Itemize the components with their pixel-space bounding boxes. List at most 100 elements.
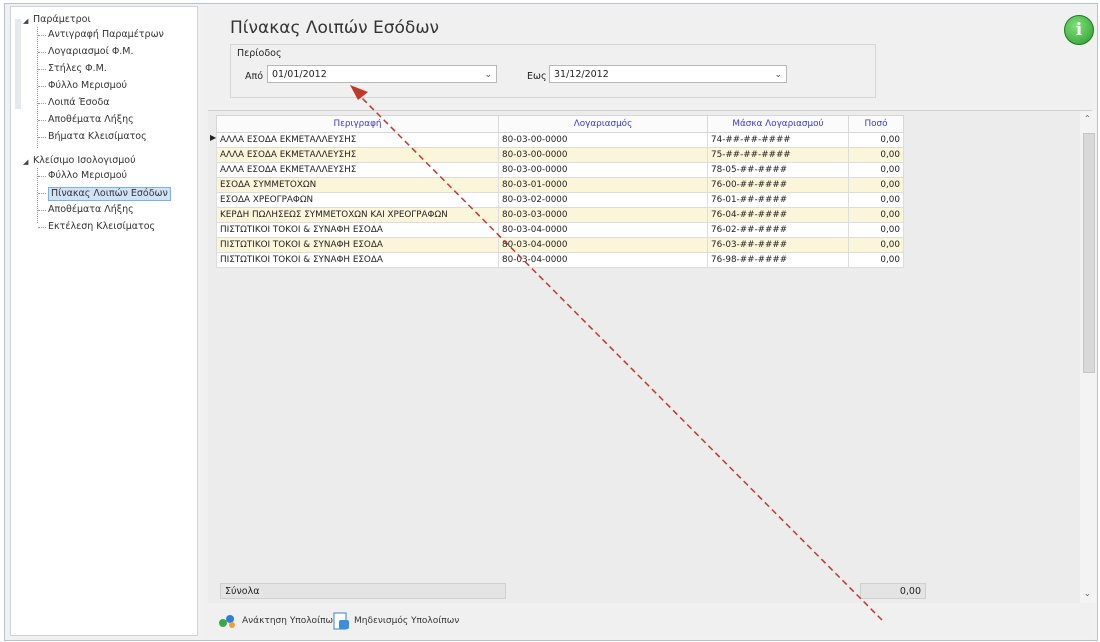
cell-description[interactable]: ΑΛΛΑ ΕΣΟΔΑ ΕΚΜΕΤΑΛΛΕΥΣΗΣ — [216, 147, 499, 163]
cell-account[interactable]: 80-03-04-0000 — [498, 237, 708, 253]
cell-account[interactable]: 80-03-00-0000 — [498, 132, 708, 148]
tree-node-balance-closing[interactable]: Κλείσιμο Ισολογισμού — [33, 155, 136, 167]
cell-description[interactable]: ΕΣΟΔΑ ΧΡΕΟΓΡΑΦΩΝ — [216, 192, 499, 208]
totals-value: 0,00 — [860, 583, 926, 599]
cell-account-mask[interactable]: 76-00-##-#### — [707, 177, 849, 193]
cell-amount[interactable]: 0,00 — [848, 237, 904, 253]
tree-line — [38, 52, 46, 53]
navigation-tree: ◢ Παράμετροι Αντιγραφή Παραμέτρων Λογαρια… — [10, 6, 198, 636]
totals-label: Σύνολα — [220, 583, 506, 599]
tree-node-params-4[interactable]: Φύλλο Μερισμού — [48, 80, 127, 92]
to-date-combo[interactable]: 31/12/2012 ⌄ — [549, 65, 787, 83]
tree-splitter[interactable] — [15, 19, 21, 109]
tree-line — [38, 103, 46, 104]
cell-account-mask[interactable]: 76-03-##-#### — [707, 237, 849, 253]
cell-amount[interactable]: 0,00 — [848, 132, 904, 148]
recalc-balances-button[interactable]: Ανάκτηση Υπολοίπων — [216, 612, 338, 630]
cell-account[interactable]: 80-03-04-0000 — [498, 252, 708, 268]
cell-account-mask[interactable]: 74-##-##-#### — [707, 132, 849, 148]
tree-line — [37, 27, 38, 148]
column-header-account[interactable]: Λογαριασμός — [498, 115, 708, 133]
table-row[interactable]: ΕΣΟΔΑ ΣΥΜΜΕΤΟΧΩΝ 80-03-01-0000 76-00-##-##… — [216, 177, 904, 193]
scrollbar-thumb[interactable] — [1083, 133, 1095, 373]
cell-description[interactable]: ΑΛΛΑ ΕΣΟΔΑ ΕΚΜΕΤΑΛΛΕΥΣΗΣ — [216, 162, 499, 178]
cell-amount[interactable]: 0,00 — [848, 222, 904, 238]
cell-description[interactable]: ΕΣΟΔΑ ΣΥΜΜΕΤΟΧΩΝ — [216, 177, 499, 193]
tree-line — [38, 137, 46, 138]
collapse-arrow-icon[interactable]: ◢ — [23, 158, 28, 166]
info-icon[interactable]: i — [1064, 15, 1094, 45]
tree-node-params-5[interactable]: Λοιπά Έσοδα — [48, 97, 110, 109]
tree-line — [38, 210, 46, 211]
reset-balances-button[interactable]: Μηδενισμός Υπολοίπων — [332, 612, 459, 630]
cell-amount[interactable]: 0,00 — [848, 207, 904, 223]
income-table: Περιγραφή Λογαριασμός Μάσκα Λογαριασμού … — [216, 115, 904, 268]
cell-amount[interactable]: 0,00 — [848, 177, 904, 193]
from-date-value: 01/01/2012 — [272, 69, 327, 80]
collapse-arrow-icon[interactable]: ◢ — [23, 17, 28, 25]
table-row[interactable]: ΠΙΣΤΩΤΙΚΟΙ ΤΟΚΟΙ & ΣΥΝΑΦΗ ΕΣΟΔΑ 80-03-04-… — [216, 222, 904, 238]
cell-account[interactable]: 80-03-00-0000 — [498, 162, 708, 178]
scroll-down-icon[interactable]: ⌄ — [1084, 589, 1091, 598]
cell-amount[interactable]: 0,00 — [848, 192, 904, 208]
tree-node-params-6[interactable]: Αποθέματα Λήξης — [48, 114, 134, 126]
reset-balances-label: Μηδενισμός Υπολοίπων — [354, 616, 460, 626]
cell-description[interactable]: ΠΙΣΤΩΤΙΚΟΙ ΤΟΚΟΙ & ΣΥΝΑΦΗ ΕΣΟΔΑ — [216, 252, 499, 268]
cell-description[interactable]: ΚΕΡΔΗ ΠΩΛΗΣΕΩΣ ΣΥΜΜΕΤΟΧΩΝ ΚΑΙ ΧΡΕΟΓΡΑΦΩΝ — [216, 207, 499, 223]
tree-node-params-1[interactable]: Αντιγραφή Παραμέτρων — [48, 29, 164, 41]
cell-account-mask[interactable]: 78-05-##-#### — [707, 162, 849, 178]
cell-account[interactable]: 80-03-04-0000 — [498, 222, 708, 238]
table-row[interactable]: ΑΛΛΑ ΕΣΟΔΑ ΕΚΜΕΤΑΛΛΕΥΣΗΣ 80-03-00-0000 74-… — [216, 132, 904, 148]
period-label: Περίοδος — [237, 48, 282, 59]
cell-account[interactable]: 80-03-00-0000 — [498, 147, 708, 163]
reset-icon — [333, 612, 349, 630]
tree-line — [38, 69, 46, 70]
cell-account-mask[interactable]: 76-98-##-#### — [707, 252, 849, 268]
column-header-description[interactable]: Περιγραφή — [216, 115, 499, 133]
to-date-value: 31/12/2012 — [554, 69, 609, 80]
recalc-icon — [219, 615, 235, 628]
cell-description[interactable]: ΠΙΣΤΩΤΙΚΟΙ ΤΟΚΟΙ & ΣΥΝΑΦΗ ΕΣΟΔΑ — [216, 237, 499, 253]
tree-line — [38, 193, 46, 194]
tree-line — [38, 227, 46, 228]
tree-node-params-7[interactable]: Βήματα Κλεισίματος — [48, 131, 147, 143]
column-header-amount[interactable]: Ποσό — [848, 115, 904, 133]
tree-node-closing-2[interactable]: Πίνακας Λοιπών Εσόδων — [48, 187, 171, 201]
tree-line — [38, 35, 46, 36]
scroll-up-icon[interactable]: ⌃ — [1084, 114, 1091, 123]
cell-account-mask[interactable]: 75-##-##-#### — [707, 147, 849, 163]
table-row[interactable]: ΑΛΛΑ ΕΣΟΔΑ ΕΚΜΕΤΑΛΛΕΥΣΗΣ 80-03-00-0000 75-… — [216, 147, 904, 163]
cell-description[interactable]: ΠΙΣΤΩΤΙΚΟΙ ΤΟΚΟΙ & ΣΥΝΑΦΗ ΕΣΟΔΑ — [216, 222, 499, 238]
column-header-account-mask[interactable]: Μάσκα Λογαριασμού — [707, 115, 849, 133]
chevron-down-icon[interactable]: ⌄ — [774, 66, 782, 84]
cell-account-mask[interactable]: 76-02-##-#### — [707, 222, 849, 238]
tree-node-parameters[interactable]: Παράμετροι — [33, 14, 91, 26]
cell-amount[interactable]: 0,00 — [848, 162, 904, 178]
tree-node-params-2[interactable]: Λογαριασμοί Φ.Μ. — [48, 46, 134, 58]
tree-line — [38, 120, 46, 121]
cell-account[interactable]: 80-03-03-0000 — [498, 207, 708, 223]
table-row[interactable]: ΑΛΛΑ ΕΣΟΔΑ ΕΚΜΕΤΑΛΛΕΥΣΗΣ 80-03-00-0000 78-… — [216, 162, 904, 178]
cell-description[interactable]: ΑΛΛΑ ΕΣΟΔΑ ΕΚΜΕΤΑΛΛΕΥΣΗΣ — [216, 132, 499, 148]
cell-amount[interactable]: 0,00 — [848, 147, 904, 163]
tree-node-closing-4[interactable]: Εκτέλεση Κλεισίματος — [48, 221, 155, 233]
table-row[interactable]: ΕΣΟΔΑ ΧΡΕΟΓΡΑΦΩΝ 80-03-02-0000 76-01-##-##… — [216, 192, 904, 208]
table-row[interactable]: ΠΙΣΤΩΤΙΚΟΙ ΤΟΚΟΙ & ΣΥΝΑΦΗ ΕΣΟΔΑ 80-03-04-… — [216, 237, 904, 253]
cell-account-mask[interactable]: 76-04-##-#### — [707, 207, 849, 223]
recalc-balances-label: Ανάκτηση Υπολοίπων — [242, 616, 339, 626]
cell-account[interactable]: 80-03-02-0000 — [498, 192, 708, 208]
cell-account[interactable]: 80-03-01-0000 — [498, 177, 708, 193]
vertical-scrollbar[interactable]: ⌃ ⌄ — [1080, 111, 1096, 603]
tree-line — [38, 86, 46, 87]
income-grid: ▶ Περιγραφή Λογαριασμός Μάσκα Λογαριασμο… — [208, 110, 1096, 603]
cell-account-mask[interactable]: 76-01-##-#### — [707, 192, 849, 208]
tree-line — [38, 176, 46, 177]
table-row[interactable]: ΠΙΣΤΩΤΙΚΟΙ ΤΟΚΟΙ & ΣΥΝΑΦΗ ΕΣΟΔΑ 80-03-04-… — [216, 252, 904, 268]
table-row[interactable]: ΚΕΡΔΗ ΠΩΛΗΣΕΩΣ ΣΥΜΜΕΤΟΧΩΝ ΚΑΙ ΧΡΕΟΓΡΑΦΩΝ… — [216, 207, 904, 223]
tree-node-params-3[interactable]: Στήλες Φ.Μ. — [48, 63, 107, 75]
tree-node-closing-1[interactable]: Φύλλο Μερισμού — [48, 170, 127, 182]
from-date-combo[interactable]: 01/01/2012 ⌄ — [267, 65, 497, 83]
cell-amount[interactable]: 0,00 — [848, 252, 904, 268]
tree-node-closing-3[interactable]: Αποθέματα Λήξης — [48, 204, 134, 216]
chevron-down-icon[interactable]: ⌄ — [484, 66, 492, 84]
